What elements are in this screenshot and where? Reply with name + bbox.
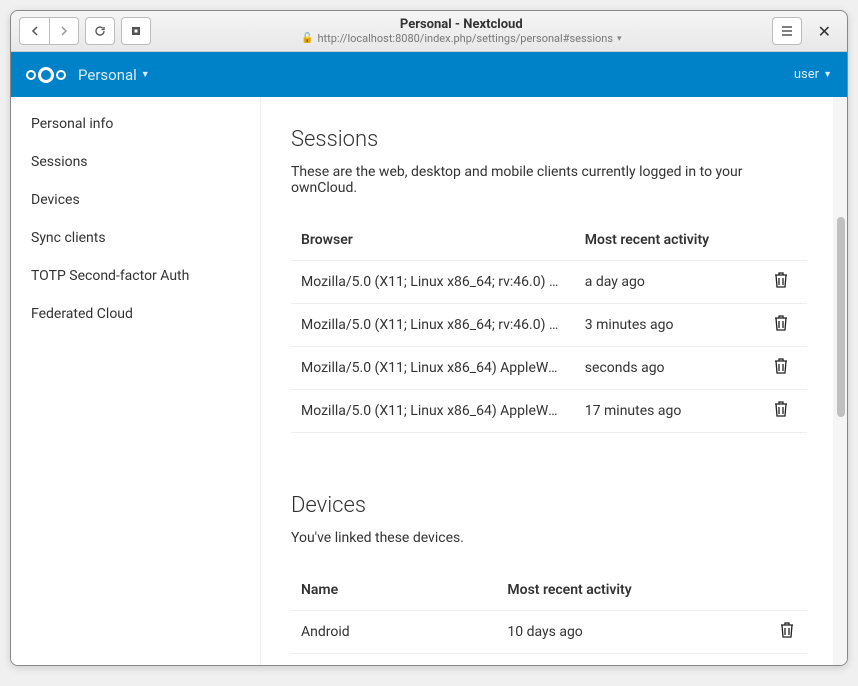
app-header: Personal ▼ user ▼ bbox=[11, 52, 847, 97]
url-dropdown-icon[interactable]: ▾ bbox=[617, 34, 622, 44]
column-activity: Most recent activity bbox=[497, 570, 767, 611]
column-browser: Browser bbox=[291, 220, 575, 261]
session-browser: Mozilla/5.0 (X11; Linux x86_64) AppleWeb… bbox=[291, 390, 575, 433]
settings-sidebar: Personal info Sessions Devices Sync clie… bbox=[11, 97, 261, 666]
sidebar-item-totp[interactable]: TOTP Second-factor Auth bbox=[11, 257, 260, 295]
column-name: Name bbox=[291, 570, 497, 611]
session-activity: 17 minutes ago bbox=[575, 390, 756, 433]
session-activity: a day ago bbox=[575, 261, 756, 304]
close-button[interactable]: ✕ bbox=[810, 22, 839, 41]
settings-content: Sessions These are the web, desktop and … bbox=[261, 97, 847, 666]
nav-dropdown[interactable]: Personal ▼ bbox=[78, 66, 150, 84]
sidebar-item-devices[interactable]: Devices bbox=[11, 181, 260, 219]
sessions-table: Browser Most recent activity Mozilla/5.0… bbox=[291, 220, 807, 433]
delete-session-button[interactable] bbox=[774, 358, 788, 378]
hamburger-menu-button[interactable] bbox=[772, 17, 802, 45]
session-browser: Mozilla/5.0 (X11; Linux x86_64; rv:46.0)… bbox=[291, 304, 575, 347]
sidebar-item-personal-info[interactable]: Personal info bbox=[11, 105, 260, 143]
reload-button[interactable] bbox=[85, 17, 115, 45]
delete-device-button[interactable] bbox=[780, 622, 794, 642]
delete-session-button[interactable] bbox=[774, 272, 788, 292]
back-button[interactable] bbox=[19, 17, 49, 45]
browser-toolbar: Personal - Nextcloud 🔓 http://localhost:… bbox=[11, 11, 847, 52]
sessions-section: Sessions These are the web, desktop and … bbox=[291, 127, 847, 433]
sessions-title: Sessions bbox=[291, 127, 807, 152]
session-row: Mozilla/5.0 (X11; Linux x86_64; rv:46.0)… bbox=[291, 304, 807, 347]
column-actions bbox=[755, 220, 807, 261]
url-bar[interactable]: 🔓 http://localhost:8080/index.php/settin… bbox=[157, 32, 766, 45]
caret-down-icon: ▼ bbox=[141, 69, 150, 80]
delete-session-button[interactable] bbox=[774, 401, 788, 421]
scrollbar[interactable] bbox=[833, 97, 847, 666]
devices-description: You've linked these devices. bbox=[291, 530, 807, 546]
nextcloud-logo-icon[interactable] bbox=[26, 67, 66, 83]
home-button[interactable] bbox=[121, 17, 151, 45]
session-row: Mozilla/5.0 (X11; Linux x86_64) AppleWeb… bbox=[291, 347, 807, 390]
insecure-icon: 🔓 bbox=[301, 33, 313, 44]
devices-section: Devices You've linked these devices. Nam… bbox=[291, 493, 847, 654]
caret-down-icon: ▼ bbox=[823, 69, 832, 80]
devices-title: Devices bbox=[291, 493, 807, 518]
column-activity: Most recent activity bbox=[575, 220, 756, 261]
page-title: Personal - Nextcloud bbox=[157, 17, 766, 32]
sessions-description: These are the web, desktop and mobile cl… bbox=[291, 164, 807, 196]
device-activity: 10 days ago bbox=[497, 611, 767, 654]
url-text: http://localhost:8080/index.php/settings… bbox=[317, 32, 613, 45]
scrollbar-thumb[interactable] bbox=[837, 217, 845, 417]
column-actions bbox=[767, 570, 807, 611]
sidebar-item-federated-cloud[interactable]: Federated Cloud bbox=[11, 295, 260, 333]
session-row: Mozilla/5.0 (X11; Linux x86_64) AppleWeb… bbox=[291, 390, 807, 433]
delete-session-button[interactable] bbox=[774, 315, 788, 335]
forward-button[interactable] bbox=[49, 17, 79, 45]
sidebar-item-sync-clients[interactable]: Sync clients bbox=[11, 219, 260, 257]
nav-label: Personal bbox=[78, 66, 137, 84]
user-label: user bbox=[794, 67, 819, 82]
user-menu[interactable]: user ▼ bbox=[794, 67, 832, 82]
sidebar-item-sessions[interactable]: Sessions bbox=[11, 143, 260, 181]
devices-table: Name Most recent activity Android 10 day… bbox=[291, 570, 807, 654]
device-row: Android 10 days ago bbox=[291, 611, 807, 654]
session-browser: Mozilla/5.0 (X11; Linux x86_64) AppleWeb… bbox=[291, 347, 575, 390]
session-row: Mozilla/5.0 (X11; Linux x86_64; rv:46.0)… bbox=[291, 261, 807, 304]
session-browser: Mozilla/5.0 (X11; Linux x86_64; rv:46.0)… bbox=[291, 261, 575, 304]
device-name: Android bbox=[291, 611, 497, 654]
session-activity: 3 minutes ago bbox=[575, 304, 756, 347]
session-activity: seconds ago bbox=[575, 347, 756, 390]
